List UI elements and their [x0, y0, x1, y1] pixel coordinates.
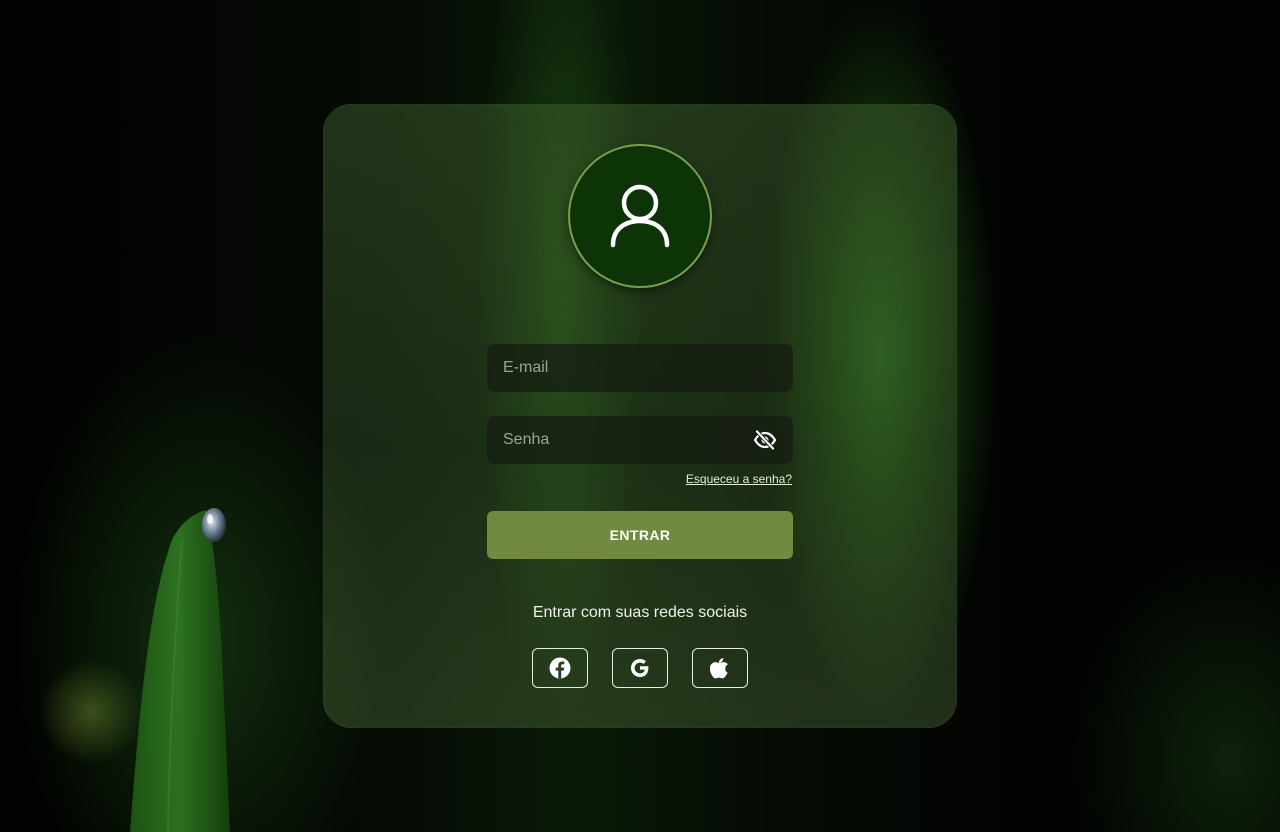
password-toggle-button[interactable]: [753, 428, 777, 452]
login-button[interactable]: ENTRAR: [487, 511, 793, 559]
google-login-button[interactable]: [612, 648, 668, 688]
login-card: Esqueceu a senha? ENTRAR Entrar com suas…: [323, 104, 957, 728]
apple-icon: [710, 658, 728, 679]
eye-off-icon: [753, 429, 777, 451]
email-field[interactable]: [487, 344, 793, 392]
facebook-icon: [549, 657, 571, 679]
password-field[interactable]: [487, 416, 793, 464]
google-icon: [631, 659, 649, 677]
apple-login-button[interactable]: [692, 648, 748, 688]
social-login-title: Entrar com suas redes sociais: [532, 604, 748, 621]
user-icon: [610, 184, 670, 248]
social-login-buttons: [532, 648, 748, 688]
forgot-password-link[interactable]: Esqueceu a senha?: [686, 472, 792, 486]
email-field-container: [487, 344, 793, 392]
avatar: [568, 144, 712, 288]
password-field-container: [487, 416, 793, 464]
facebook-login-button[interactable]: [532, 648, 588, 688]
